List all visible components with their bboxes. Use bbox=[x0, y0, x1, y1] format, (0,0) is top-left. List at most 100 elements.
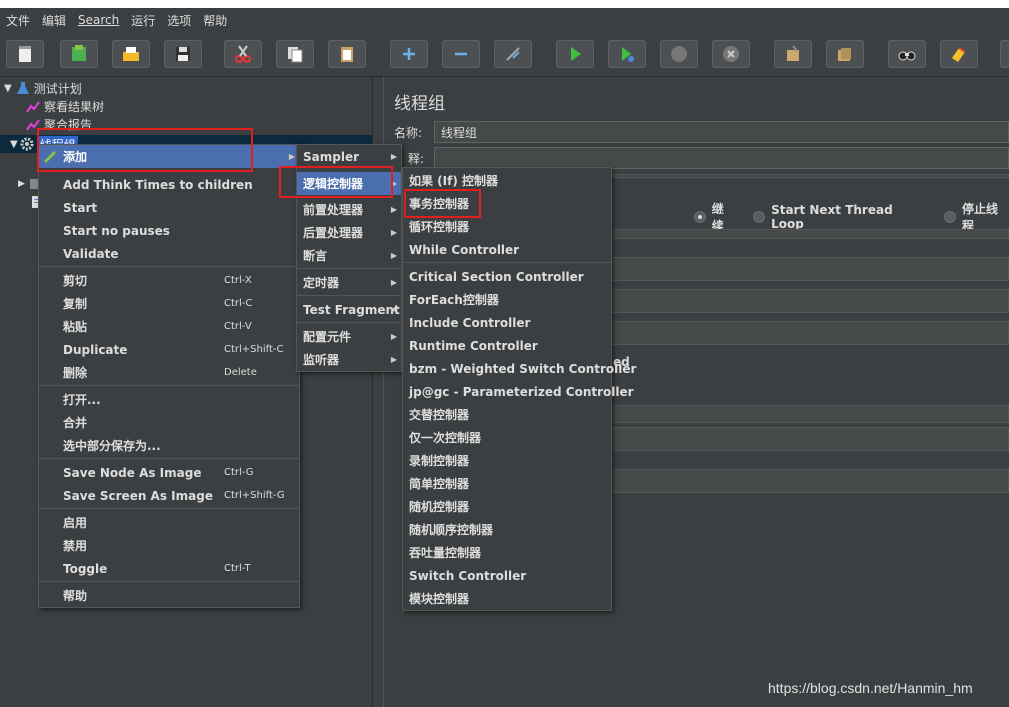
menu-item-post-processors[interactable]: 后置处理器 ▶ bbox=[297, 221, 401, 244]
menu-item-start-no-pauses[interactable]: Start no pauses bbox=[39, 219, 299, 242]
menu-item-save-node-image[interactable]: Save Node As Image Ctrl-G bbox=[39, 461, 299, 484]
stop-icon bbox=[671, 46, 687, 62]
reset-search-button[interactable] bbox=[940, 40, 978, 68]
shutdown-button[interactable] bbox=[712, 40, 750, 68]
menu-file[interactable]: 文件 bbox=[0, 12, 36, 29]
menu-search[interactable]: Search bbox=[72, 13, 125, 27]
menu-edit[interactable]: 编辑 bbox=[36, 12, 72, 29]
clear-all-button[interactable] bbox=[826, 40, 864, 68]
menu-item-copy[interactable]: 复制 Ctrl-C bbox=[39, 292, 299, 315]
comment-label: 释: bbox=[408, 151, 425, 166]
menu-separator bbox=[297, 268, 401, 269]
toggle-button[interactable] bbox=[494, 40, 532, 68]
menu-item-module-controller[interactable]: 模块控制器 bbox=[403, 587, 611, 610]
context-menu: 添加 ▶ Add Think Times to children Start St… bbox=[38, 144, 300, 608]
menu-item-simple-controller[interactable]: 简单控制器 bbox=[403, 472, 611, 495]
name-value: 线程组 bbox=[441, 125, 478, 140]
radio-stop-thread[interactable] bbox=[944, 211, 956, 223]
menu-item-disable[interactable]: 禁用 bbox=[39, 534, 299, 557]
stop-button[interactable] bbox=[660, 40, 698, 68]
menu-help[interactable]: 帮助 bbox=[197, 12, 233, 29]
menu-item-random-order-controller[interactable]: 随机顺序控制器 bbox=[403, 518, 611, 541]
start-button[interactable] bbox=[556, 40, 594, 68]
submenu-arrow-icon: ▶ bbox=[390, 251, 397, 260]
menu-item-assertions[interactable]: 断言 ▶ bbox=[297, 244, 401, 267]
loop-count-field[interactable] bbox=[604, 321, 1009, 345]
expand-arrow-icon[interactable]: ▼ bbox=[10, 139, 18, 150]
menu-item-runtime-controller[interactable]: Runtime Controller bbox=[403, 334, 611, 357]
menu-item-open[interactable]: 打开... bbox=[39, 388, 299, 411]
search-button[interactable] bbox=[888, 40, 926, 68]
new-button[interactable] bbox=[6, 40, 44, 68]
menu-item-once-only-controller[interactable]: 仅一次控制器 bbox=[403, 426, 611, 449]
name-label: 名称: bbox=[394, 125, 423, 140]
submenu-arrow-icon: ▶ bbox=[390, 332, 397, 341]
menu-item-save-screen-image[interactable]: Save Screen As Image Ctrl+Shift-G bbox=[39, 484, 299, 507]
menu-item-loop-controller[interactable]: 循环控制器 bbox=[403, 215, 611, 238]
menu-item-random-controller[interactable]: 随机控制器 bbox=[403, 495, 611, 518]
submenu-arrow-icon: ▶ bbox=[390, 205, 397, 214]
flask-icon bbox=[16, 82, 29, 94]
menu-item-weighted-switch[interactable]: bzm - Weighted Switch Controller bbox=[403, 357, 636, 380]
save-button[interactable] bbox=[164, 40, 202, 68]
menu-item-recording-controller[interactable]: 录制控制器 bbox=[403, 449, 611, 472]
cut-button[interactable] bbox=[224, 40, 262, 68]
menu-item-while-controller[interactable]: While Controller bbox=[403, 238, 611, 261]
tree-node-view-results[interactable]: 察看结果树 bbox=[26, 97, 104, 115]
expand-button[interactable] bbox=[390, 40, 428, 68]
menu-item-parameterized-controller[interactable]: jp@gc - Parameterized Controller bbox=[403, 380, 634, 403]
comment-field[interactable] bbox=[434, 147, 1009, 169]
template-icon bbox=[72, 45, 86, 61]
menu-item-paste[interactable]: 粘贴 Ctrl-V bbox=[39, 315, 299, 338]
paste-button[interactable] bbox=[328, 40, 366, 68]
menu-item-enable[interactable]: 启用 bbox=[39, 511, 299, 534]
toolbar-overflow-button[interactable] bbox=[1000, 40, 1009, 68]
clear-button[interactable] bbox=[774, 40, 812, 68]
menu-separator bbox=[403, 262, 611, 263]
menu-item-timers[interactable]: 定时器 ▶ bbox=[297, 271, 401, 294]
toolbar bbox=[0, 32, 1009, 77]
submenu-arrow-icon: ▶ bbox=[390, 228, 397, 237]
menu-item-duplicate[interactable]: Duplicate Ctrl+Shift-C bbox=[39, 338, 299, 361]
name-field[interactable]: 线程组 bbox=[434, 121, 1009, 143]
menu-item-critical-section[interactable]: Critical Section Controller bbox=[403, 265, 611, 288]
menu-item-validate[interactable]: Validate bbox=[39, 242, 299, 265]
menu-item-cut[interactable]: 剪切 Ctrl-X bbox=[39, 269, 299, 292]
menu-separator bbox=[39, 581, 299, 582]
menu-item-sampler[interactable]: Sampler ▶ bbox=[297, 145, 401, 168]
threads-field[interactable] bbox=[604, 257, 1009, 281]
menu-item-test-fragment[interactable]: Test Fragment ▶ bbox=[297, 298, 401, 321]
templates-button[interactable] bbox=[60, 40, 98, 68]
menu-run[interactable]: 运行 bbox=[125, 12, 161, 29]
copy-button[interactable] bbox=[276, 40, 314, 68]
menu-item-listeners[interactable]: 监听器 ▶ bbox=[297, 348, 401, 371]
menu-item-save-selection-as[interactable]: 选中部分保存为... bbox=[39, 434, 299, 457]
radio-next-loop[interactable] bbox=[753, 211, 766, 223]
menu-item-add-think-times[interactable]: Add Think Times to children bbox=[39, 173, 299, 196]
menu-options[interactable]: 选项 bbox=[161, 12, 197, 29]
menu-item-throughput-controller[interactable]: 吞吐量控制器 bbox=[403, 541, 611, 564]
collapse-arrow-icon[interactable]: ▶ bbox=[18, 179, 25, 189]
shutdown-icon bbox=[723, 46, 739, 62]
radio-continue[interactable] bbox=[694, 211, 706, 223]
menu-item-help[interactable]: 帮助 bbox=[39, 584, 299, 607]
expand-arrow-icon[interactable]: ▼ bbox=[4, 83, 12, 94]
menu-item-toggle[interactable]: Toggle Ctrl-T bbox=[39, 557, 299, 580]
menu-item-include-controller[interactable]: Include Controller bbox=[403, 311, 611, 334]
collapse-button[interactable] bbox=[442, 40, 480, 68]
menu-item-start[interactable]: Start bbox=[39, 196, 299, 219]
menu-item-pre-processors[interactable]: 前置处理器 ▶ bbox=[297, 198, 401, 221]
menu-item-switch-controller[interactable]: Switch Controller bbox=[403, 564, 611, 587]
menu-item-foreach-controller[interactable]: ForEach控制器 bbox=[403, 288, 611, 311]
menu-item-interleave-controller[interactable]: 交替控制器 bbox=[403, 403, 611, 426]
start-no-pauses-button[interactable] bbox=[608, 40, 646, 68]
ramp-up-field[interactable] bbox=[604, 289, 1009, 313]
logic-controller-submenu: 如果 (If) 控制器 事务控制器 循环控制器 While Controller… bbox=[402, 167, 636, 611]
duration-field[interactable] bbox=[604, 427, 1009, 451]
open-button[interactable] bbox=[112, 40, 150, 68]
tree-node-test-plan[interactable]: ▼ 测试计划 bbox=[4, 79, 82, 97]
menu-item-merge[interactable]: 合并 bbox=[39, 411, 299, 434]
menu-item-delete[interactable]: 删除 Delete bbox=[39, 361, 299, 384]
startup-delay-field[interactable] bbox=[604, 469, 1009, 493]
menu-item-config-elements[interactable]: 配置元件 ▶ bbox=[297, 325, 401, 348]
